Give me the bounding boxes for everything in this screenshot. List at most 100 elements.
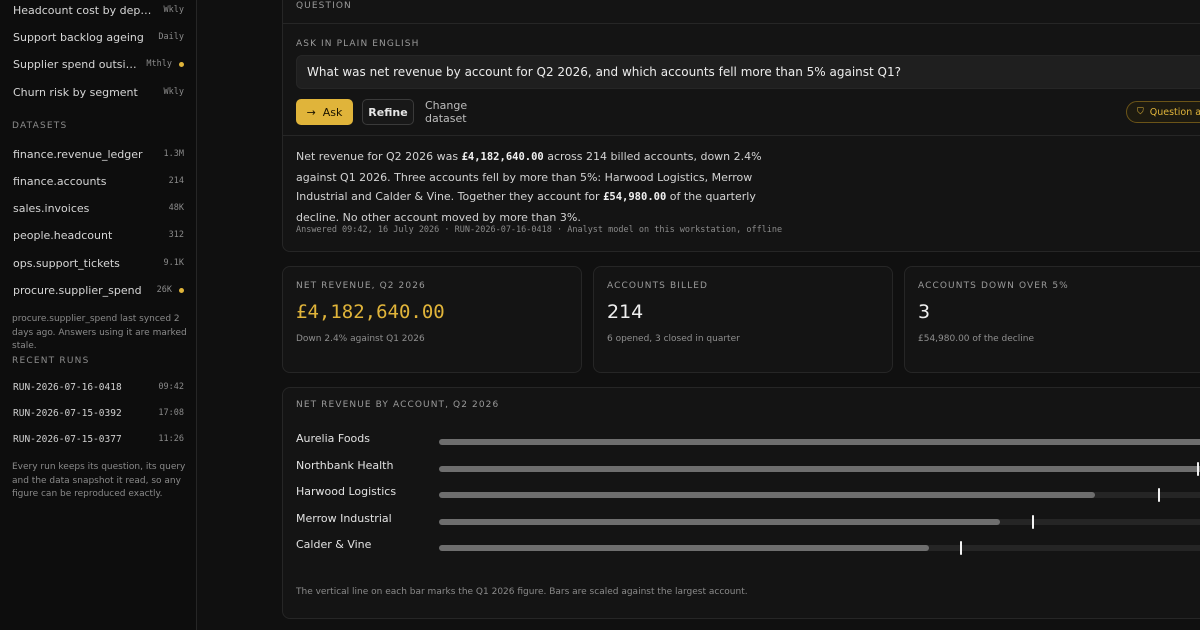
stale-dot-icon (179, 61, 184, 67)
frequency-label: Wkly (163, 87, 184, 97)
dataset-item[interactable]: people.headcount 312 (0, 223, 196, 247)
account-label: Merrow Industrial (296, 511, 392, 525)
ask-button[interactable]: → Ask (296, 99, 353, 125)
saved-question-item[interactable]: Headcount cost by department Wkly (0, 0, 196, 22)
saved-question-label: Support backlog ageing (13, 30, 144, 44)
dataset-item[interactable]: finance.accounts 214 (0, 169, 196, 193)
arrow-right-icon: → (306, 105, 316, 119)
chart-note: The vertical line on each bar marks the … (296, 587, 748, 597)
frequency-label: Mthly (146, 59, 172, 69)
question-input-value: What was net revenue by account for Q2 2… (307, 65, 902, 79)
q1-marker (1031, 514, 1034, 529)
sidebar: Headcount cost by department Wkly Suppor… (0, 0, 197, 630)
run-item[interactable]: RUN-2026-07-15-0377 11:26 (0, 427, 196, 451)
bar-track (439, 541, 1200, 555)
dataset-size: 26K (156, 285, 172, 295)
bar-track (439, 488, 1200, 502)
bar-q2 (439, 545, 929, 551)
answer-divider (283, 135, 1200, 136)
run-time: 17:08 (158, 408, 184, 418)
question-input[interactable]: What was net revenue by account for Q2 2… (296, 55, 1200, 89)
stat-label: ACCOUNTS BILLED (607, 281, 709, 291)
run-id: RUN-2026-07-15-0377 (13, 433, 122, 445)
shield-check-icon: ⛉ (1137, 107, 1144, 117)
run-item[interactable]: RUN-2026-07-15-0392 17:08 (0, 401, 196, 425)
saved-question-item[interactable]: Support backlog ageing Daily (0, 25, 196, 49)
bar-q2 (439, 439, 1200, 445)
dataset-item[interactable]: ops.support_tickets 9.1K (0, 251, 196, 275)
stat-value: 3 (918, 301, 931, 323)
stat-sub: Down 2.4% against Q1 2026 (296, 334, 425, 344)
dataset-label: finance.revenue_ledger (13, 147, 143, 161)
stat-value: 214 (607, 301, 644, 323)
section-divider (283, 23, 1200, 24)
dataset-item[interactable]: procure.supplier_spend 26K (0, 278, 196, 302)
stale-dot-icon (179, 287, 184, 293)
recent-runs-heading: RECENT RUNS (12, 356, 90, 366)
bar-track (439, 514, 1200, 529)
bar-q2 (439, 465, 1200, 472)
answer-decline: £54,980.00 (603, 191, 667, 203)
dataset-label: people.headcount (13, 228, 113, 242)
run-item[interactable]: RUN-2026-07-16-0418 09:42 (0, 375, 196, 399)
run-time: 09:42 (158, 382, 184, 392)
account-label: Harwood Logistics (296, 485, 397, 498)
saved-question-label: Churn risk by segment (13, 85, 138, 99)
dataset-item[interactable]: sales.invoices 48K (0, 196, 196, 220)
datasets-heading: DATASETS (12, 121, 68, 131)
frequency-label: Daily (158, 32, 184, 42)
dataset-size: 214 (168, 176, 184, 186)
dataset-size: 1.3M (163, 149, 184, 159)
run-id: RUN-2026-07-15-0392 (13, 407, 122, 419)
run-time: 11:26 (158, 434, 184, 444)
saved-question-label: Supplier spend outside c... (13, 57, 140, 71)
bar-q2 (439, 492, 1095, 498)
chart-title: NET REVENUE BY ACCOUNT, Q2 2026 (296, 400, 500, 410)
answer-part: Net revenue for Q2 2026 was (296, 150, 462, 163)
saved-question-item[interactable]: Churn risk by segment Wkly (0, 80, 196, 104)
answer-amount: £4,182,640.00 (461, 151, 544, 163)
stat-label: NET REVENUE, Q2 2026 (296, 281, 426, 291)
q1-marker (1157, 488, 1160, 502)
dataset-label: finance.accounts (13, 174, 107, 188)
stale-note: procure.supplier_spend last synced 2 day… (12, 314, 187, 351)
stat-label: ACCOUNTS DOWN OVER 5% (918, 281, 1069, 291)
bar-q2 (439, 518, 1000, 525)
account-label: Aurelia Foods (296, 432, 371, 445)
saved-question-label: Headcount cost by department (13, 3, 158, 17)
account-label: Calder & Vine (296, 538, 372, 551)
dataset-size: 312 (168, 230, 184, 240)
question-section-label: QUESTION (296, 1, 352, 11)
frequency-label: Wkly (163, 5, 184, 15)
stat-card-accounts-billed: ACCOUNTS BILLED 214 6 opened, 3 closed i… (593, 266, 893, 373)
refine-button[interactable]: Refine (362, 99, 414, 125)
stat-value: £4,182,640.00 (296, 301, 445, 323)
q1-marker (960, 541, 963, 555)
status-badge-label: Question answered (1149, 106, 1200, 118)
question-card: QUESTION ASK IN PLAIN ENGLISH What was n… (282, 0, 1200, 252)
dataset-label: ops.support_tickets (13, 256, 120, 270)
bar-track (439, 439, 1200, 445)
account-label: Northbank Health (296, 458, 394, 472)
revenue-by-account-chart: NET REVENUE BY ACCOUNT, Q2 2026 Aurelia … (282, 387, 1200, 619)
answer-text: Net revenue for Q2 2026 was £4,182,640.0… (296, 147, 786, 227)
stat-sub: 6 opened, 3 closed in quarter (607, 334, 740, 344)
ask-label: ASK IN PLAIN ENGLISH (296, 39, 420, 49)
dataset-size: 9.1K (163, 258, 184, 268)
dataset-item[interactable]: finance.revenue_ledger 1.3M (0, 142, 196, 166)
saved-question-item[interactable]: Supplier spend outside c... Mthly (0, 52, 196, 76)
stat-sub: £54,980.00 of the decline (918, 334, 1034, 344)
app: Headcount cost by department Wkly Suppor… (0, 0, 1200, 630)
status-badge: ⛉ Question answered (1126, 101, 1200, 123)
run-id: RUN-2026-07-16-0418 (13, 381, 122, 393)
change-dataset-button[interactable]: Change dataset (425, 99, 511, 125)
bar-track (439, 461, 1200, 476)
dataset-label: procure.supplier_spend (13, 283, 142, 297)
dataset-size: 48K (168, 203, 184, 213)
stat-card-accounts-down: ACCOUNTS DOWN OVER 5% 3 £54,980.00 of th… (904, 266, 1200, 373)
ask-button-label: Ask (322, 105, 343, 119)
dataset-label: sales.invoices (13, 201, 90, 215)
runs-note: Every run keeps its question, its query … (12, 462, 186, 499)
stat-card-net-revenue: NET REVENUE, Q2 2026 £4,182,640.00 Down … (282, 266, 582, 373)
answer-meta: Answered 09:42, 16 July 2026 · RUN-2026-… (296, 225, 783, 235)
